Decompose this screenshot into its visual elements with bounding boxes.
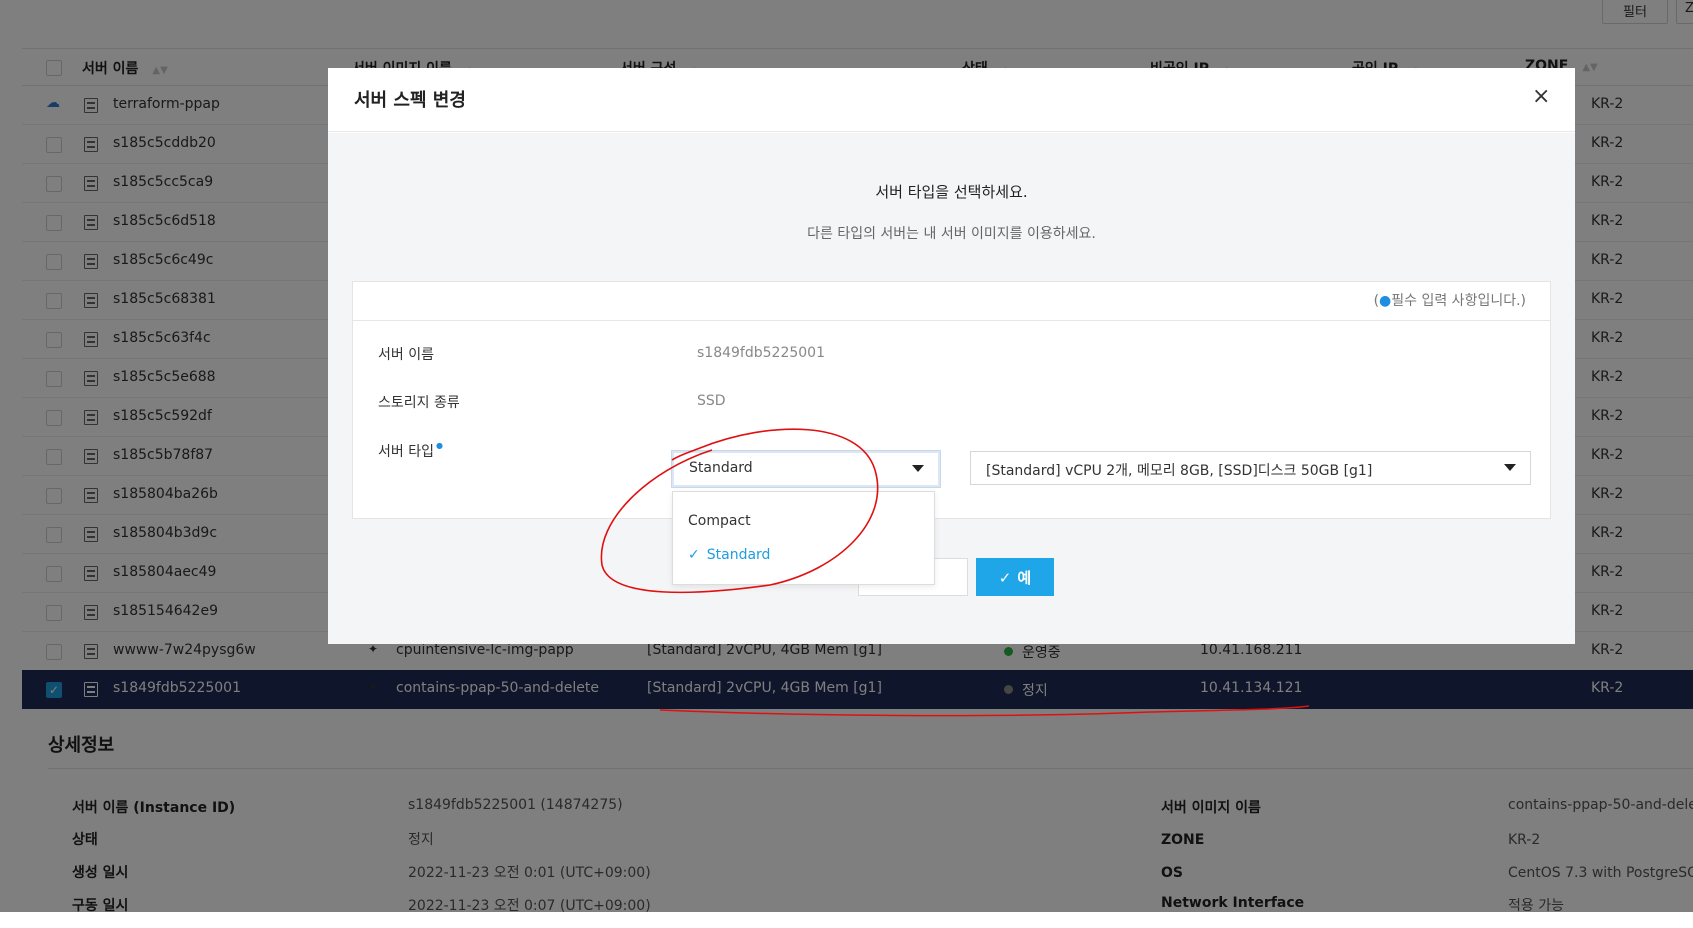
chevron-down-icon [1504,464,1516,471]
required-dot-icon: ● [1379,293,1392,309]
storage-type-value: SSD [697,393,726,409]
option-standard[interactable]: ✓ Standard [688,547,770,563]
divider [353,320,1550,321]
server-type-label: 서버 타입 ● [378,441,443,460]
storage-type-label: 스토리지 종류 [378,395,460,411]
check-icon: ✓ [998,569,1012,587]
server-name-label: 서버 이름 [378,347,434,363]
server-name-value: s1849fdb5225001 [697,345,825,361]
chevron-down-icon [912,465,924,472]
modal-title: 서버 스펙 변경 [354,90,466,111]
server-type-dropdown: Compact ✓ Standard [672,491,935,585]
modal-prompt: 서버 타입을 선택하세요. [875,183,1028,201]
check-icon: ✓ [688,547,700,563]
confirm-button[interactable]: ✓ 예 [976,558,1054,596]
modal-subtext: 다른 타입의 서버는 내 서버 이미지를 이용하세요. [807,226,1096,242]
required-note: (●필수 입력 사항입니다.) [1373,293,1526,309]
server-spec-select[interactable]: [Standard] vCPU 2개, 메모리 8GB, [SSD]디스크 50… [970,451,1531,485]
server-type-select[interactable]: Standard [672,451,940,487]
modal-header: 서버 스펙 변경 × [328,68,1575,132]
close-icon[interactable]: × [1532,86,1550,108]
option-compact[interactable]: Compact [688,513,751,529]
required-dot-icon: ● [435,441,443,450]
